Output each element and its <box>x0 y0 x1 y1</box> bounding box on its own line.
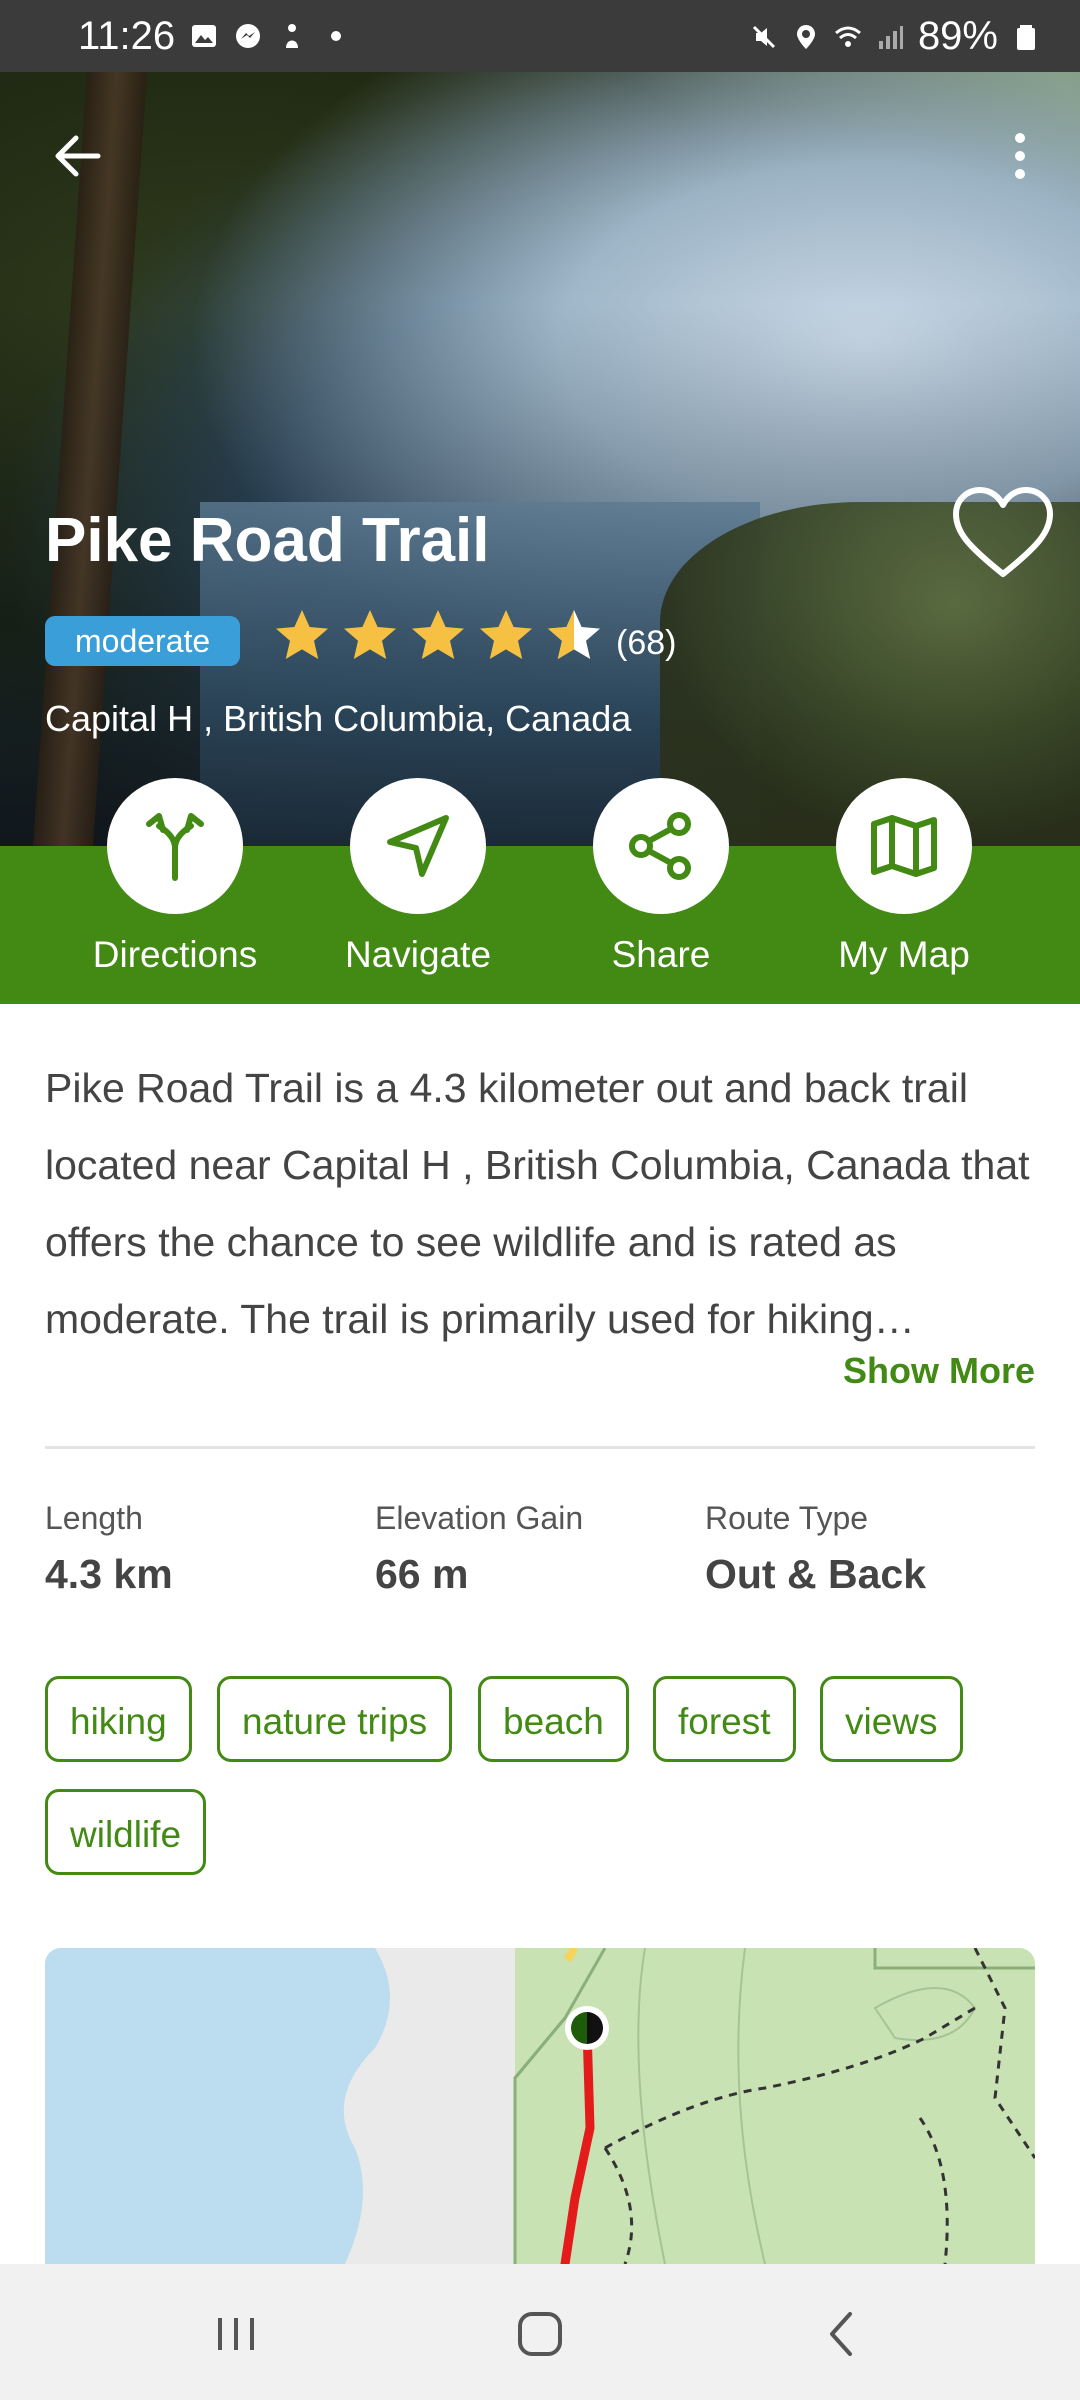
stat-value: 66 m <box>375 1551 469 1597</box>
stat-label: Elevation Gain <box>375 1500 584 1536</box>
difficulty-badge: moderate <box>45 616 241 666</box>
dot-icon <box>331 31 341 41</box>
tag-hiking[interactable]: hiking <box>45 1676 192 1762</box>
stat-length: Length 4.3 km <box>45 1500 173 1598</box>
stat-value: Out & Back <box>705 1551 926 1597</box>
gallery-icon <box>192 25 216 47</box>
half-star-icon <box>548 610 600 659</box>
trail-description: Pike Road Trail is a 4.3 kilometer out a… <box>45 1065 1030 1342</box>
system-icons: 89% <box>750 14 1040 59</box>
location-icon <box>796 24 815 49</box>
share-label: Share <box>611 934 711 975</box>
stat-label: Length <box>45 1500 143 1536</box>
status-time: 11:26 <box>78 14 176 58</box>
rating-stars <box>272 606 604 666</box>
review-count[interactable]: (68) <box>616 624 676 663</box>
divider <box>45 1446 1035 1449</box>
battery-icon <box>1017 24 1035 50</box>
tag-forest[interactable]: forest <box>653 1676 796 1762</box>
my-map-button[interactable]: My Map <box>794 778 1014 976</box>
system-nav-bar <box>0 2264 1080 2400</box>
show-more-link[interactable]: Show More <box>843 1350 1035 1392</box>
navigate-icon <box>387 815 449 877</box>
status-bar: 11:26 89% <box>0 0 1080 72</box>
stat-label: Route Type <box>705 1500 869 1536</box>
star-icon <box>344 610 396 659</box>
wifi-icon <box>834 26 861 47</box>
stat-elevation-gain: Elevation Gain 66 m <box>375 1500 583 1598</box>
back-icon[interactable] <box>812 2304 872 2364</box>
map-icon <box>871 815 937 877</box>
home-icon[interactable] <box>510 2304 570 2364</box>
stat-route-type: Route Type Out & Back <box>705 1500 926 1598</box>
battery-percent: 89% <box>917 14 998 58</box>
star-icon <box>276 610 328 659</box>
more-options-icon[interactable] <box>1000 126 1040 186</box>
tag-views[interactable]: views <box>820 1676 963 1762</box>
share-icon <box>629 812 691 880</box>
messenger-icon <box>236 24 260 48</box>
back-arrow-icon[interactable] <box>48 126 108 186</box>
recent-apps-icon[interactable] <box>206 2304 266 2364</box>
my-map-label: My Map <box>838 934 970 975</box>
tag-beach[interactable]: beach <box>478 1676 629 1762</box>
accessibility-icon <box>286 24 298 48</box>
directions-label: Directions <box>92 934 258 975</box>
heart-icon[interactable] <box>948 484 1058 584</box>
map-graphic <box>45 1948 1035 2264</box>
navigate-button[interactable]: Navigate <box>308 778 528 976</box>
trail-location: Capital H , British Columbia, Canada <box>45 698 632 739</box>
mute-icon <box>752 25 775 48</box>
share-button[interactable]: Share <box>551 778 771 976</box>
signal-icon <box>878 25 903 49</box>
navigate-label: Navigate <box>344 934 492 975</box>
trail-title: Pike Road Trail <box>45 506 490 575</box>
notification-icons <box>190 22 350 50</box>
tag-nature-trips[interactable]: nature trips <box>217 1676 453 1762</box>
stat-value: 4.3 km <box>45 1551 173 1597</box>
star-icon <box>412 610 464 659</box>
star-icon <box>480 610 532 659</box>
directions-icon <box>146 813 204 881</box>
trail-map-preview[interactable] <box>45 1948 1035 2264</box>
directions-button[interactable]: Directions <box>65 778 285 976</box>
tag-wildlife[interactable]: wildlife <box>45 1789 207 1875</box>
